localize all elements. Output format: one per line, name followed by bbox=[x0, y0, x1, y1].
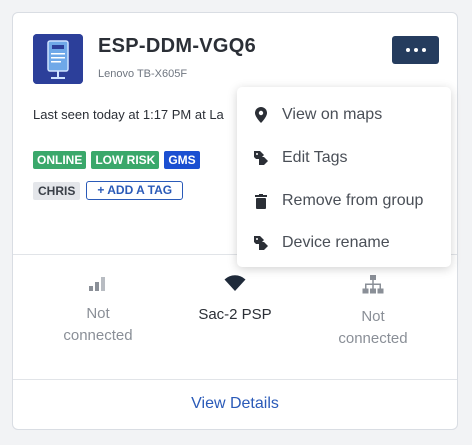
menu-item-label: Edit Tags bbox=[282, 149, 348, 166]
add-tag-button[interactable]: + ADD A TAG bbox=[86, 181, 184, 200]
divider bbox=[13, 379, 457, 380]
options-dropdown-menu: View on maps Edit Tags Remove from group… bbox=[237, 87, 451, 267]
signal-stat: Not connected bbox=[38, 275, 158, 347]
menu-item-view-on-maps[interactable]: View on maps bbox=[237, 94, 451, 136]
device-image bbox=[33, 34, 83, 84]
tag-user: CHRIS bbox=[33, 181, 81, 200]
status-tags: ONLINE LOW RISK GMS bbox=[33, 151, 200, 169]
menu-item-device-rename[interactable]: Device rename bbox=[237, 222, 451, 264]
map-pin-icon bbox=[254, 107, 268, 123]
trash-icon bbox=[254, 193, 268, 209]
more-options-button[interactable] bbox=[392, 36, 439, 64]
signal-bars-icon bbox=[38, 275, 158, 298]
tag-icon bbox=[254, 151, 268, 165]
more-dot bbox=[413, 48, 418, 52]
network-status-line2: connected bbox=[338, 330, 408, 347]
more-dot bbox=[421, 48, 426, 52]
network-stat: Not connected bbox=[313, 275, 433, 350]
menu-item-label: Remove from group bbox=[282, 192, 424, 209]
menu-item-label: View on maps bbox=[282, 106, 383, 123]
menu-item-edit-tags[interactable]: Edit Tags bbox=[237, 137, 451, 179]
view-details-link[interactable]: View Details bbox=[13, 395, 457, 413]
menu-item-label: Device rename bbox=[282, 234, 390, 251]
wifi-icon bbox=[175, 275, 295, 299]
user-tags: CHRIS + ADD A TAG bbox=[33, 181, 184, 200]
signal-status-line2: connected bbox=[63, 327, 133, 344]
network-tree-icon bbox=[313, 275, 433, 302]
last-seen-text: Last seen today at 1:17 PM at La bbox=[33, 107, 224, 122]
more-dots-icon bbox=[405, 48, 410, 52]
tag-gms: GMS bbox=[164, 151, 200, 169]
signal-status-line1: Not bbox=[86, 305, 110, 322]
device-model: Lenovo TB-X605F bbox=[98, 68, 188, 80]
device-name: ESP-DDM-VGQ6 bbox=[98, 35, 257, 57]
wifi-network-name: Sac-2 PSP bbox=[198, 306, 272, 323]
tag-low-risk: LOW RISK bbox=[91, 151, 160, 169]
tag-icon bbox=[254, 236, 268, 250]
tag-online: ONLINE bbox=[33, 151, 87, 169]
network-status-line1: Not bbox=[361, 308, 385, 325]
menu-item-remove-from-group[interactable]: Remove from group bbox=[237, 180, 451, 222]
device-card: ESP-DDM-VGQ6 Lenovo TB-X605F Last seen t… bbox=[12, 12, 458, 430]
wifi-stat: Sac-2 PSP bbox=[175, 275, 295, 326]
